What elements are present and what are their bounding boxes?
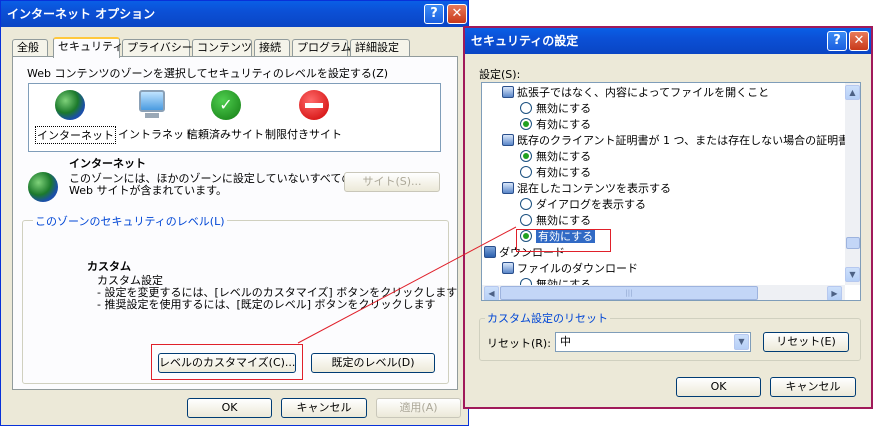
security-settings-window: セキュリティの設定 ? ✕ 設定(S): 拡張子ではなく、内容によってファイルを… (463, 26, 873, 409)
zone-label: イントラネット (118, 128, 195, 141)
internet-options-titlebar[interactable]: インターネット オプション (1, 1, 468, 27)
setting-icon (502, 134, 514, 146)
radio-unchecked-icon[interactable] (520, 214, 532, 226)
radio-unchecked-icon[interactable] (520, 278, 532, 285)
setting-radio-option[interactable]: ダイアログを表示する (520, 197, 646, 213)
scroll-right-button[interactable]: ▶ (827, 286, 842, 300)
reset-level-value: 中 (560, 335, 571, 348)
restricted-bar (305, 103, 323, 108)
setting-radio-option[interactable]: 無効にする (520, 213, 591, 229)
setting-text: 無効にする (536, 278, 592, 285)
ok-button[interactable]: OK (187, 398, 272, 418)
selected-zone-title: インターネット (69, 157, 146, 170)
globe-icon (28, 172, 58, 202)
radio-checked-icon[interactable] (520, 150, 532, 162)
help-icon[interactable]: ? (827, 31, 847, 51)
horizontal-scrollbar[interactable]: ◀ ||| ▶ (482, 285, 845, 300)
close-icon[interactable]: ✕ (849, 31, 869, 51)
zone-label: インターネット (35, 126, 116, 144)
setting-icon (502, 262, 514, 274)
zone-intranet[interactable]: イントラネット (115, 88, 195, 144)
setting-radio-option[interactable]: 無効にする (520, 101, 591, 117)
download-category-icon (484, 246, 496, 258)
setting-icon (502, 86, 514, 98)
ok-button[interactable]: OK (676, 377, 761, 397)
globe-icon (55, 90, 85, 120)
computer-icon (139, 90, 165, 112)
mixed-content-highlight (516, 229, 611, 252)
tab-privacy[interactable]: プライバシー (122, 39, 193, 57)
setting-icon (502, 182, 514, 194)
scroll-thumb[interactable]: ||| (500, 286, 758, 300)
zone-internet[interactable]: インターネット (35, 88, 116, 144)
window-title: インターネット オプション (7, 7, 156, 21)
radio-checked-icon[interactable] (520, 118, 532, 130)
window-title: セキュリティの設定 (471, 34, 579, 48)
setting-header: 混在したコンテンツを表示する (502, 181, 671, 197)
setting-header: ファイルのダウンロード (502, 261, 638, 277)
computer-stand (145, 113, 159, 118)
reset-group-title: カスタム設定のリセット (485, 310, 610, 326)
setting-radio-option[interactable]: 有効にする (520, 117, 591, 133)
settings-rows: 拡張子ではなく、内容によってファイルを開くこと 無効にする 有効にする 既存のクライア… (482, 83, 846, 285)
cancel-button[interactable]: キャンセル (281, 398, 367, 418)
setting-text: ダイアログを表示する (536, 198, 646, 211)
radio-unchecked-icon[interactable] (520, 198, 532, 210)
setting-header: 拡張子ではなく、内容によってファイルを開くこと (502, 85, 769, 101)
chevron-down-icon[interactable]: ▼ (734, 334, 749, 350)
settings-label: 設定(S): (479, 68, 521, 81)
zone-trusted[interactable]: ✓ 信頼済みサイト (187, 88, 267, 144)
setting-text: 有効にする (536, 166, 592, 179)
setting-text: 無効にする (536, 102, 592, 115)
setting-radio-option[interactable]: 無効にする (520, 149, 591, 165)
scroll-thumb[interactable] (846, 237, 860, 249)
setting-text: 有効にする (536, 118, 592, 131)
security-level-title: このゾーンのセキュリティのレベル(L) (33, 213, 227, 229)
check-icon: ✓ (211, 90, 241, 120)
apply-button[interactable]: 適用(A) (376, 398, 461, 418)
tab-programs[interactable]: プログラム (292, 39, 352, 57)
setting-text: 拡張子ではなく、内容によってファイルを開くこと (517, 86, 770, 99)
selected-zone-desc: Web サイトが含まれています。 (69, 184, 228, 197)
setting-text: ファイルのダウンロード (517, 262, 638, 275)
cancel-button[interactable]: キャンセル (770, 377, 856, 397)
scroll-up-button[interactable]: ▲ (845, 85, 860, 100)
tab-advanced[interactable]: 詳細設定 (350, 39, 410, 57)
customize-level-button[interactable]: レベルのカスタマイズ(C)... (158, 353, 296, 373)
settings-list[interactable]: 拡張子ではなく、内容によってファイルを開くこと 無効にする 有効にする 既存のクライア… (481, 82, 861, 301)
default-level-button[interactable]: 既定のレベル(D) (311, 353, 435, 373)
sites-button[interactable]: サイト(S)... (344, 172, 440, 192)
scroll-down-button[interactable]: ▼ (845, 267, 860, 282)
zone-prompt: Web コンテンツのゾーンを選択してセキュリティのレベルを設定する(Z) (27, 67, 389, 80)
tab-security[interactable]: セキュリティ (53, 37, 123, 58)
setting-radio-option[interactable]: 無効にする (520, 277, 591, 285)
vertical-scrollbar[interactable]: ▲ ▼ (845, 83, 860, 285)
setting-text: 無効にする (536, 150, 592, 163)
reset-label: リセット(R): (487, 337, 551, 350)
radio-unchecked-icon[interactable] (520, 166, 532, 178)
setting-text: 既存のクライアント証明書が 1 つ、または存在しない場合の証明書の (517, 134, 846, 147)
zone-list: インターネット イントラネット ✓ 信頼済みサイト 制限付きサイト (28, 83, 441, 152)
setting-text: 混在したコンテンツを表示する (517, 182, 671, 195)
help-icon[interactable]: ? (424, 4, 444, 24)
reset-button[interactable]: リセット(E) (763, 332, 849, 352)
setting-header: 既存のクライアント証明書が 1 つ、または存在しない場合の証明書の (502, 133, 846, 149)
setting-text: 無効にする (536, 214, 592, 227)
zone-label: 信頼済みサイト (187, 128, 264, 141)
setting-radio-option[interactable]: 有効にする (520, 165, 591, 181)
zone-restricted[interactable]: 制限付きサイト (265, 88, 345, 144)
tab-general[interactable]: 全般 (12, 39, 48, 57)
close-icon[interactable]: ✕ (447, 4, 467, 24)
reset-level-select[interactable]: 中 ▼ (555, 332, 751, 352)
zone-label: 制限付きサイト (265, 128, 342, 141)
tab-connections[interactable]: 接続 (254, 39, 290, 57)
tab-content[interactable]: コンテンツ (192, 39, 252, 57)
security-settings-titlebar[interactable]: セキュリティの設定 (465, 28, 871, 54)
level-line: - 推奨設定を使用するには、[既定のレベル] ボタンをクリックします (97, 298, 436, 311)
radio-unchecked-icon[interactable] (520, 102, 532, 114)
security-panel: Web コンテンツのゾーンを選択してセキュリティのレベルを設定する(Z) インタ… (12, 56, 458, 390)
scroll-left-button[interactable]: ◀ (484, 286, 499, 300)
internet-options-window: インターネット オプション ? ✕ 全般 セキュリティ プライバシー コンテンツ… (0, 0, 469, 426)
